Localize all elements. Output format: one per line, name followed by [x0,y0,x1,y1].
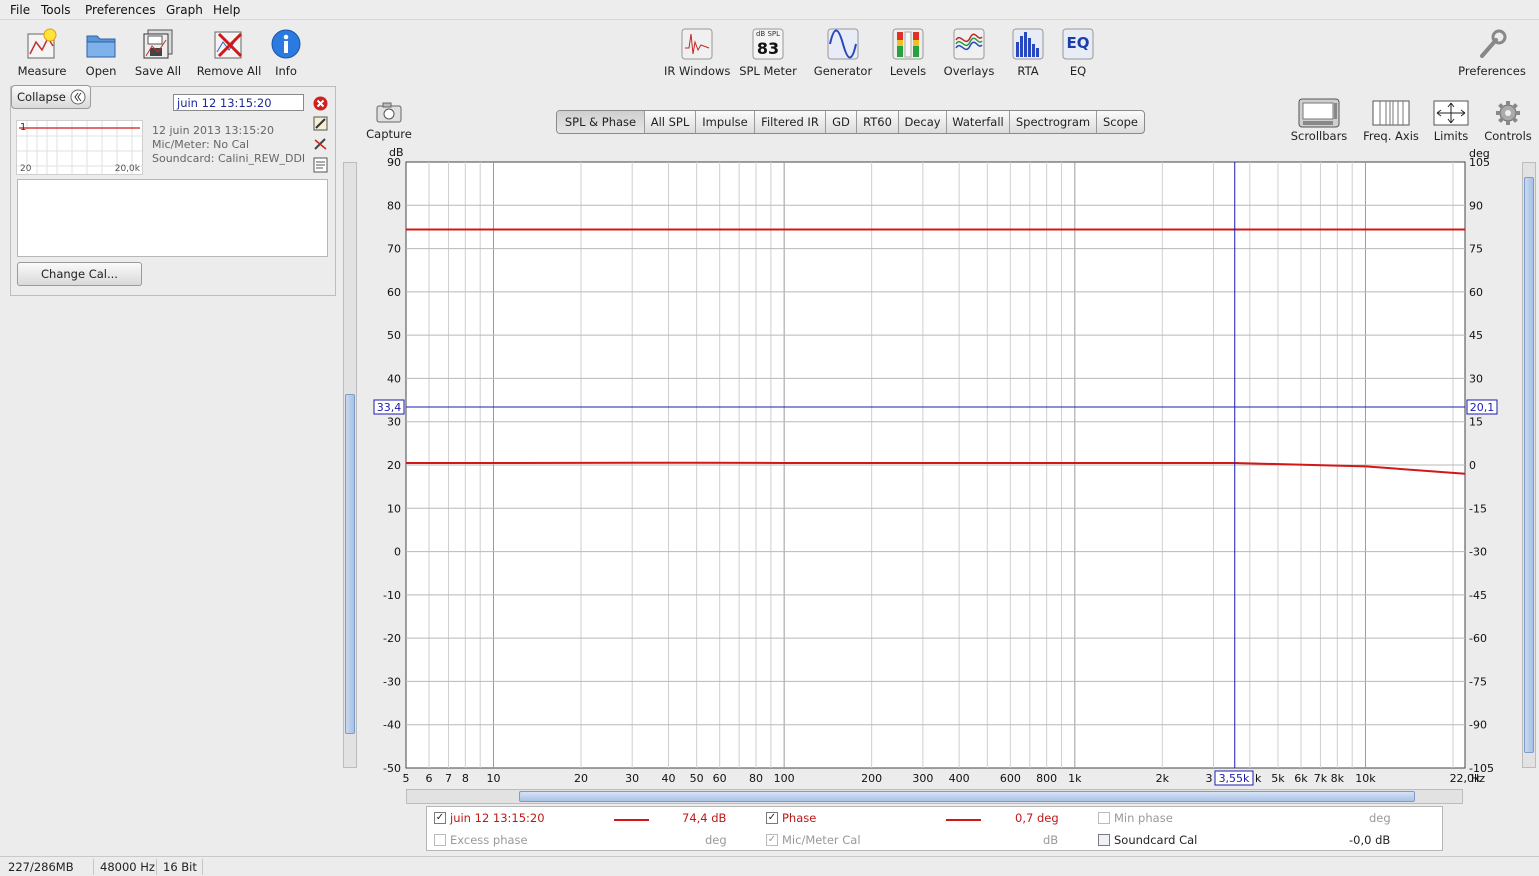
right-tick-label: -90 [1469,719,1487,732]
x-tick-label: 10k [1355,772,1376,785]
x-tick-label: 200 [861,772,882,785]
legend-measurement-checkbox[interactable]: ✓ [434,812,446,824]
right-tick-label: 90 [1469,199,1483,212]
x-tick-label: 400 [949,772,970,785]
legend-mic-cal-value: dB [1043,833,1059,847]
graph-horizontal-scrollbar[interactable] [406,789,1463,804]
x-tick-label: 2k [1156,772,1170,785]
legend-excess-phase-value: deg [705,833,727,847]
legend-min-phase-value: deg [1369,811,1391,825]
right-tick-label: 15 [1469,416,1483,429]
x-tick-label: 5 [403,772,410,785]
legend-measurement-value: 74,4 dB [682,811,727,825]
spl-phase-graph[interactable]: 9080706050403020100-10-20-30-40-50 10590… [0,0,1539,876]
legend-phase-checkbox[interactable]: ✓ [766,812,778,824]
x-tick-label: 7k [1314,772,1328,785]
legend-panel: ✓ juin 12 13:15:20 74,4 dB ✓ Phase 0,7 d… [426,806,1443,851]
left-tick-label: 10 [387,502,401,515]
x-tick-label: 1k [1068,772,1082,785]
right-tick-label: 30 [1469,372,1483,385]
status-sample-rate: 48000 Hz [94,859,157,875]
legend-soundcard-cal-name: Soundcard Cal [1114,833,1198,847]
right-tick-label: -75 [1469,675,1487,688]
x-tick-label: 20 [574,772,588,785]
graph-hscroll-thumb[interactable] [519,791,1415,802]
x-tick-label: 50 [690,772,704,785]
right-tick-label: -60 [1469,632,1487,645]
left-tick-label: 50 [387,329,401,342]
legend-phase-name: Phase [782,811,817,825]
svg-text:3,55k: 3,55k [1219,772,1250,785]
left-tick-label: -40 [383,719,401,732]
x-tick-label: 40 [661,772,675,785]
x-tick-label: 7 [445,772,452,785]
left-tick-label: 40 [387,372,401,385]
cursor-left-readout: 33,4 [373,399,405,415]
right-tick-label: 0 [1469,459,1476,472]
legend-min-phase-checkbox[interactable] [1098,812,1110,824]
x-axis-unit: Hz [1471,772,1485,785]
right-tick-label: -45 [1469,589,1487,602]
legend-mic-cal-name: Mic/Meter Cal [782,833,861,847]
legend-phase-swatch [946,819,981,821]
legend-min-phase-name: Min phase [1114,811,1173,825]
left-tick-label: -50 [383,762,401,775]
legend-measurement-name: juin 12 13:15:20 [450,811,545,825]
svg-text:20,1: 20,1 [1470,401,1495,414]
right-tick-label: -30 [1469,546,1487,559]
x-tick-label: 8 [462,772,469,785]
svg-text:33,4: 33,4 [377,401,402,414]
x-tick-label: 6k [1294,772,1308,785]
x-tick-label: 300 [912,772,933,785]
legend-soundcard-cal-value: -0,0 dB [1349,833,1391,847]
right-axis-unit: deg [1469,147,1490,160]
right-tick-label: 75 [1469,243,1483,256]
x-tick-label: 600 [1000,772,1021,785]
x-tick-label: 3 [1205,772,1212,785]
x-tick-label: 8k [1331,772,1345,785]
left-tick-label: 80 [387,199,401,212]
legend-excess-phase-name: Excess phase [450,833,528,847]
left-tick-label: 0 [394,546,401,559]
graph-vertical-scrollbar[interactable] [1522,162,1536,768]
graph-vscroll-thumb[interactable] [1524,177,1534,753]
x-tick-label: 6 [426,772,433,785]
x-tick-label: 80 [749,772,763,785]
cursor-right-readout: 20,1 [1466,399,1498,415]
legend-soundcard-cal-checkbox[interactable] [1098,834,1110,846]
x-tick-label: 800 [1036,772,1057,785]
x-tick-label: k [1255,772,1262,785]
left-tick-label: -20 [383,632,401,645]
x-tick-label: 10 [486,772,500,785]
left-tick-label: -10 [383,589,401,602]
x-tick-label: 30 [625,772,639,785]
right-tick-label: 45 [1469,329,1483,342]
right-tick-label: 60 [1469,286,1483,299]
legend-phase-value: 0,7 deg [1015,811,1059,825]
left-tick-label: -30 [383,675,401,688]
left-tick-label: 70 [387,243,401,256]
legend-mic-cal-checkbox[interactable]: ✓ [766,834,778,846]
legend-excess-phase-checkbox[interactable] [434,834,446,846]
status-memory: 227/286MB [2,859,94,875]
x-tick-label: 60 [713,772,727,785]
status-bar: 227/286MB 48000 Hz 16 Bit [0,856,1539,876]
left-axis-unit: dB [389,146,404,159]
status-bit-depth: 16 Bit [157,859,203,875]
x-tick-label: 5k [1271,772,1285,785]
legend-measurement-swatch [614,819,649,821]
left-tick-label: 60 [387,286,401,299]
cursor-freq-readout: 3,55k [1214,770,1254,786]
left-tick-label: 30 [387,416,401,429]
x-tick-label: 100 [774,772,795,785]
left-tick-label: 20 [387,459,401,472]
right-tick-label: -15 [1469,502,1487,515]
